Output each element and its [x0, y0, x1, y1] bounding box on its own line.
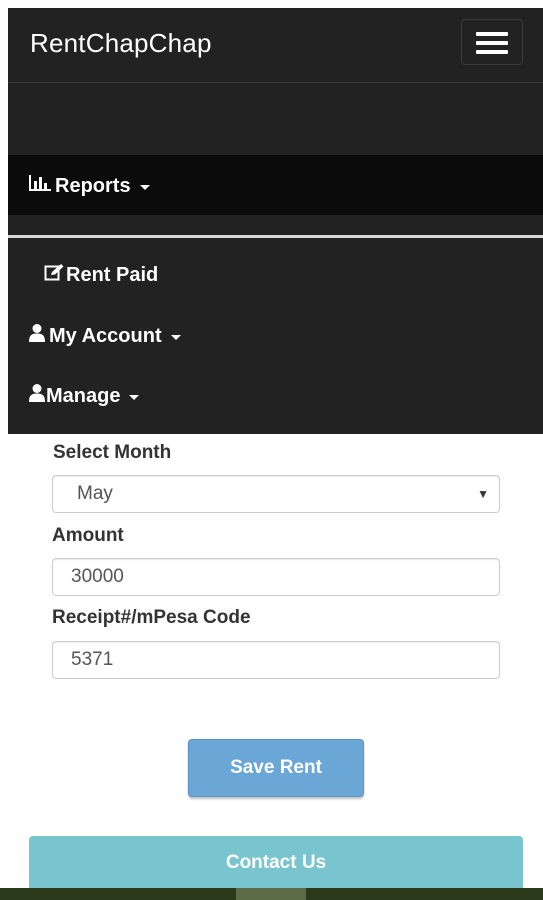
receipt-input[interactable]: 5371	[52, 641, 500, 679]
chevron-down-icon: ▼	[477, 487, 489, 501]
taskbar-strip	[0, 888, 543, 900]
month-select[interactable]: May ▼	[52, 475, 500, 513]
nav-rent-paid[interactable]: Rent Paid	[44, 263, 158, 287]
contact-us-button[interactable]: Contact Us	[29, 836, 523, 892]
navbar-collapse-area	[8, 83, 543, 155]
edit-icon	[44, 263, 65, 287]
hamburger-icon	[476, 32, 508, 36]
receipt-label: Receipt#/mPesa Code	[52, 607, 251, 628]
menu-toggle-button[interactable]	[461, 19, 523, 65]
nav-reports-dropdown[interactable]: Reports	[28, 174, 150, 198]
nav-my-account-dropdown[interactable]: My Account	[28, 323, 181, 349]
chevron-down-icon	[170, 334, 181, 340]
dropdown-gap	[8, 215, 543, 235]
nav-manage-dropdown[interactable]: Manage	[28, 383, 140, 409]
nav-menu: Rent Paid My Account Manage	[8, 238, 543, 434]
save-rent-button[interactable]: Save Rent	[188, 739, 364, 797]
chevron-down-icon	[129, 394, 140, 400]
user-icon	[28, 323, 46, 349]
nav-manage-label: Manage	[46, 384, 121, 407]
nav-my-account-label: My Account	[49, 324, 162, 347]
users-icon	[28, 383, 46, 409]
nav-reports-row: Reports	[8, 155, 543, 215]
chevron-down-icon	[139, 184, 150, 190]
amount-label: Amount	[52, 525, 124, 546]
nav-reports-label: Reports	[55, 174, 131, 197]
left-edge	[0, 0, 8, 900]
navbar: RentChapChap	[8, 8, 543, 83]
month-label: Select Month	[53, 442, 172, 463]
bar-chart-icon	[28, 174, 52, 198]
month-select-value: May	[77, 483, 113, 504]
amount-input[interactable]: 30000	[52, 558, 500, 596]
brand-link[interactable]: RentChapChap	[30, 28, 212, 59]
nav-rent-paid-label: Rent Paid	[66, 263, 159, 286]
